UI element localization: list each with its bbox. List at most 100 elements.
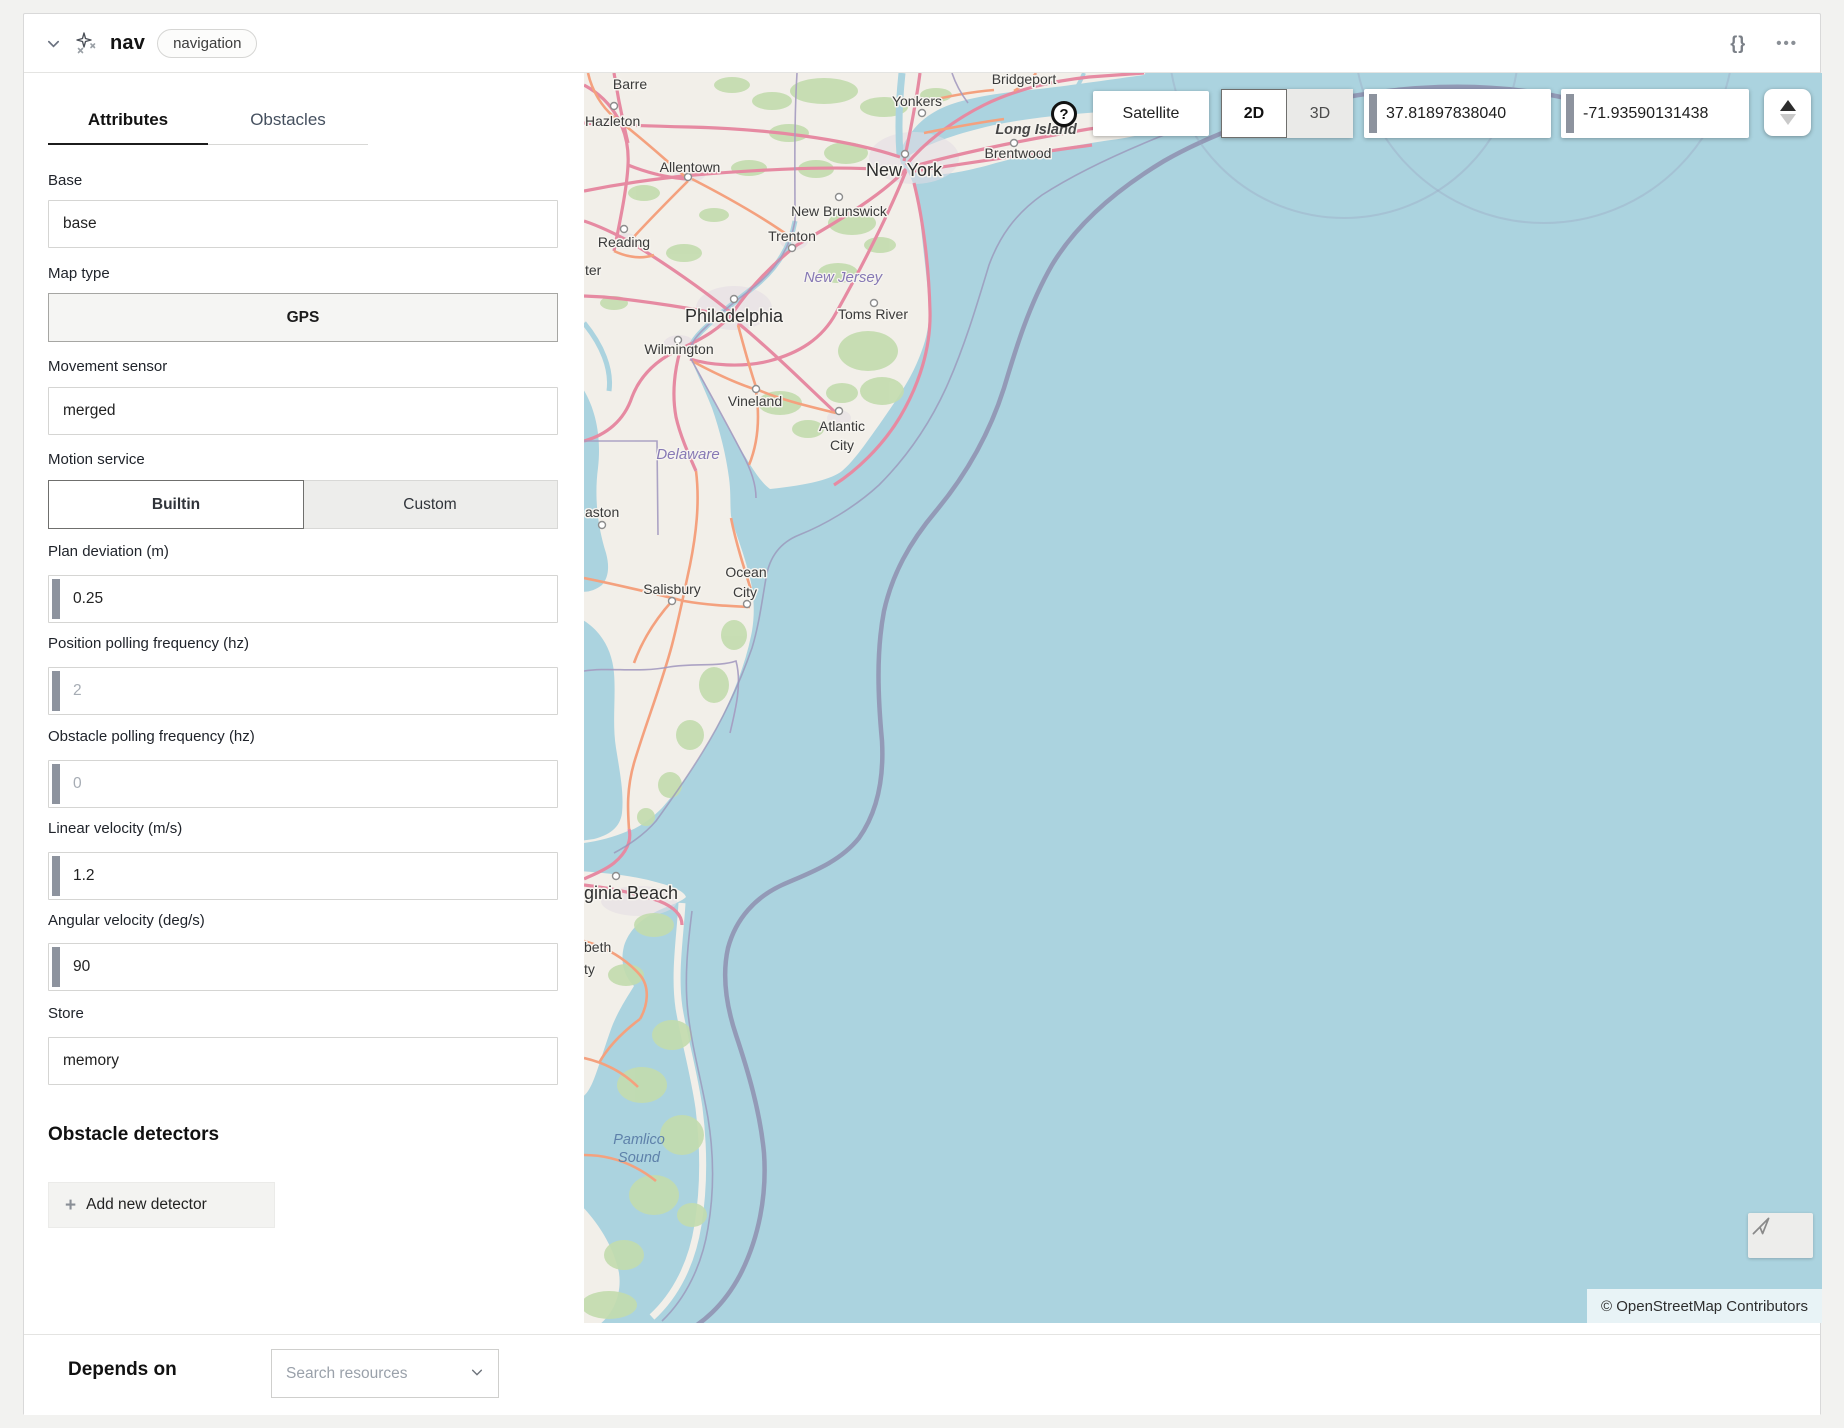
tab-attributes[interactable]: Attributes [48, 110, 208, 145]
map-city-dot [731, 296, 738, 303]
depends-on-heading: Depends on [68, 1359, 177, 1381]
map-dimension-toggle: 2D 3D [1221, 89, 1353, 138]
json-mode-icon[interactable]: {} [1730, 33, 1746, 54]
chevron-down-icon [470, 1365, 484, 1382]
satellite-toggle-button[interactable]: Satellite [1093, 91, 1209, 136]
latitude-input[interactable] [1364, 89, 1551, 138]
motion-service-toggle: Builtin Custom [48, 480, 558, 529]
map-city-dot [789, 245, 796, 252]
latitude-field [1364, 89, 1551, 138]
map-label: Sound [618, 1150, 661, 1166]
map-2d-button[interactable]: 2D [1221, 89, 1287, 138]
map-label: Trenton [768, 228, 816, 244]
map-label: ginia Beach [584, 883, 678, 903]
tab-obstacles[interactable]: Obstacles [208, 110, 368, 145]
locate-button[interactable] [1748, 1213, 1813, 1258]
map-city-dot [744, 601, 751, 608]
add-detector-button[interactable]: + Add new detector [48, 1182, 275, 1228]
map-city-dot [919, 110, 926, 117]
plan-deviation-label: Plan deviation (m) [48, 543, 169, 563]
map-label: ter [585, 262, 602, 278]
panel-header: nav navigation {} ••• [24, 14, 1820, 73]
linear-velocity-field [48, 852, 558, 900]
base-label: Base [48, 172, 82, 192]
depends-on-placeholder: Search resources [286, 1365, 470, 1383]
numeric-field-bar [1566, 94, 1574, 133]
obstacle-detectors-heading: Obstacle detectors [48, 1124, 219, 1146]
motion-service-label: Motion service [48, 451, 145, 471]
map-label: Vineland [728, 393, 782, 409]
map-label: Wilmington [644, 341, 713, 357]
map-label: Pamlico [613, 1132, 665, 1148]
map-label: Atlantic [819, 418, 865, 434]
numeric-field-bar [52, 671, 60, 711]
more-menu-icon[interactable]: ••• [1776, 35, 1798, 52]
map-label: Yonkers [892, 93, 942, 109]
map-label: Toms River [838, 306, 908, 322]
coordinate-sort-stepper[interactable] [1764, 89, 1811, 136]
base-input[interactable] [48, 200, 558, 248]
map-label: Ocean [725, 564, 766, 580]
add-detector-label: Add new detector [86, 1196, 207, 1214]
map-city-dot [611, 103, 618, 110]
position-polling-label: Position polling frequency (hz) [48, 635, 249, 655]
longitude-input[interactable] [1561, 89, 1749, 138]
map-label: Hazleton [585, 113, 640, 129]
arrow-down-icon [1780, 114, 1796, 125]
numeric-field-bar [1369, 94, 1377, 133]
numeric-field-bar [52, 856, 60, 896]
store-label: Store [48, 1005, 84, 1025]
map-label: New Brunswick [791, 203, 888, 219]
service-name: nav [110, 32, 145, 55]
arrow-up-icon [1780, 100, 1796, 111]
help-icon[interactable]: ? [1051, 101, 1077, 127]
navigation-arrow-icon [1748, 1213, 1774, 1239]
position-polling-input[interactable] [48, 667, 558, 715]
map-city-dot [902, 151, 909, 158]
collapse-chevron-icon[interactable] [46, 35, 62, 51]
movement-sensor-input[interactable] [48, 387, 558, 435]
map-label: City [830, 437, 854, 453]
numeric-field-bar [52, 579, 60, 619]
nav-service-panel: nav navigation {} ••• Attributes Obstacl… [23, 13, 1821, 1415]
tab-bar: Attributes Obstacles [48, 110, 391, 145]
depends-on-section: Depends on Search resources [24, 1334, 1820, 1415]
movement-sensor-label: Movement sensor [48, 358, 167, 378]
numeric-field-bar [52, 764, 60, 804]
obstacle-polling-field [48, 760, 558, 808]
map-label: Bridgeport [992, 73, 1057, 87]
map-type-label: Map type [48, 265, 110, 285]
map-attribution: © OpenStreetMap Contributors [1587, 1289, 1822, 1323]
navigation-map[interactable]: BarreHazletonAllentownYonkersBridgeportN… [584, 73, 1822, 1323]
map-3d-button[interactable]: 3D [1287, 89, 1353, 138]
plan-deviation-input[interactable] [48, 575, 558, 623]
longitude-field [1561, 89, 1749, 138]
angular-velocity-input[interactable] [48, 943, 558, 991]
map-city-dot [669, 598, 676, 605]
map-label: Brentwood [985, 145, 1052, 161]
map-label: Salisbury [643, 581, 701, 597]
map-label: beth [584, 939, 611, 955]
store-input[interactable] [48, 1037, 558, 1085]
map-city-dot [621, 226, 628, 233]
map-label: Allentown [660, 159, 721, 175]
numeric-field-bar [52, 947, 60, 987]
map-label: ty [584, 961, 595, 977]
map-city-dot [753, 386, 760, 393]
map-city-dot [836, 408, 843, 415]
map-label: Reading [598, 234, 650, 250]
map-type-gps-button[interactable]: GPS [48, 293, 558, 342]
config-sidebar: Attributes Obstacles Base Map type GPS M… [48, 73, 558, 1323]
motion-service-custom-option[interactable]: Custom [303, 481, 557, 528]
map-label: aston [585, 504, 619, 520]
motion-service-builtin-option[interactable]: Builtin [48, 480, 304, 529]
map-label: New York [866, 160, 943, 180]
map-label: City [733, 584, 757, 600]
plus-icon: + [65, 1196, 76, 1215]
linear-velocity-input[interactable] [48, 852, 558, 900]
depends-on-select[interactable]: Search resources [271, 1349, 499, 1398]
map-label: Philadelphia [685, 306, 784, 326]
obstacle-polling-input[interactable] [48, 760, 558, 808]
plan-deviation-field [48, 575, 558, 623]
service-type-badge: navigation [157, 29, 257, 58]
